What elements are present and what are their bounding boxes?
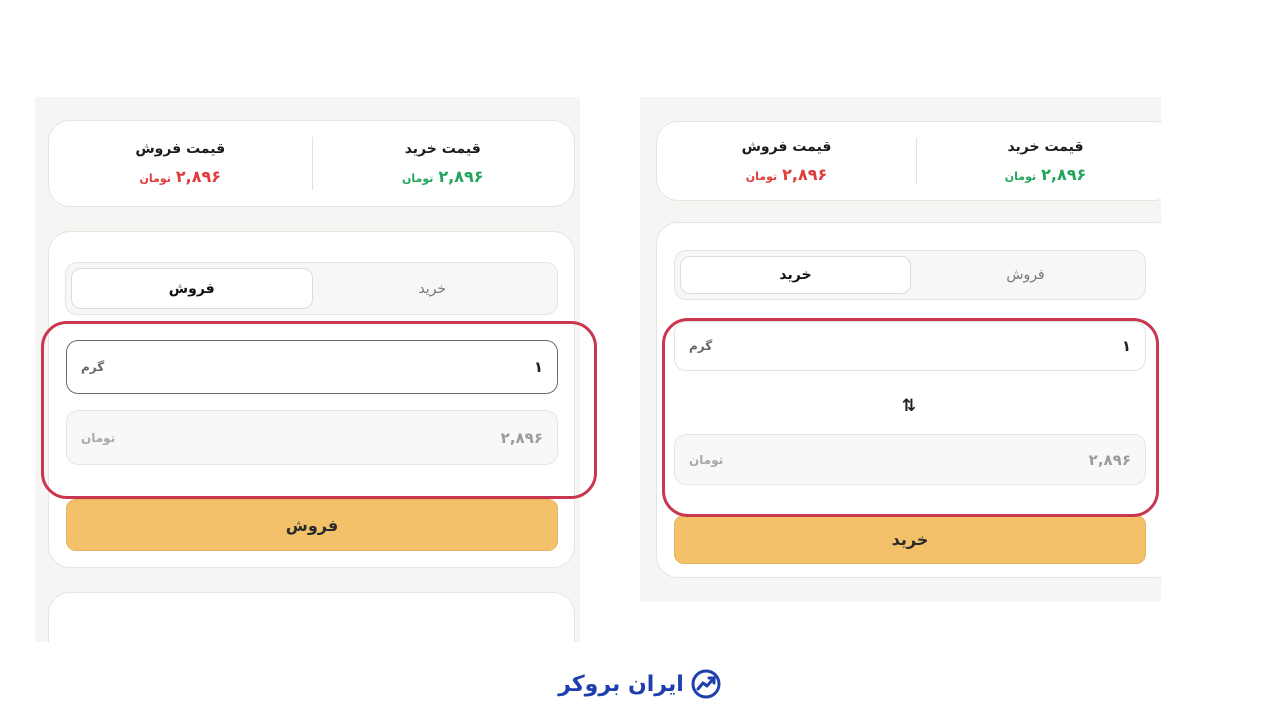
logo-text: ایران بروکر [558,671,684,697]
price-divider [311,137,313,190]
buy-price-unit: تومان [402,172,434,185]
sell-submit-button[interactable]: فروش [66,499,558,551]
iranbroker-logo: ایران بروکر [555,664,725,704]
buy-price-line: تومان ۲,۸۹۶ [1005,165,1087,184]
sell-price-line: تومان ۲,۸۹۶ [746,165,828,184]
sell-price-line: تومان ۲,۸۹۶ [140,167,222,186]
sell-price-unit: تومان [745,169,778,183]
sell-price-title: قیمت فروش [135,141,226,157]
buy-submit-button[interactable]: خرید [674,515,1146,564]
sell-price-unit: تومان [139,172,171,185]
trade-tabs: فروش خرید [65,262,558,315]
buy-price-title: قیمت خرید [404,141,481,157]
sell-price-column: قیمت فروش تومان ۲,۸۹۶ [49,121,312,206]
tab-buy[interactable]: خرید [680,256,911,294]
highlight-frame-left [41,321,597,499]
tab-buy[interactable]: خرید [313,268,553,309]
buy-price-value: ۲,۸۹۶ [1041,164,1087,184]
sell-price-value: ۲,۸۹۶ [175,167,221,186]
highlight-frame-right [662,318,1159,517]
next-card [48,592,575,642]
sell-price-value: ۲,۸۹۶ [782,164,828,184]
trend-arrow-icon [691,669,721,699]
tab-sell[interactable]: فروش [71,268,313,309]
buy-price-value: ۲,۸۹۶ [438,167,484,186]
buy-price-title: قیمت خرید [1007,138,1084,155]
price-card: قیمت خرید تومان ۲,۸۹۶ قیمت فروش تومان ۲,… [48,120,575,207]
buy-price-column: قیمت خرید تومان ۲,۸۹۶ [916,122,1161,200]
price-card: قیمت خرید تومان ۲,۸۹۶ قیمت فروش تومان ۲,… [656,121,1161,201]
sell-price-title: قیمت فروش [741,138,832,155]
tab-sell[interactable]: فروش [911,256,1140,294]
buy-price-unit: تومان [1004,169,1037,183]
trade-tabs: خرید فروش [674,250,1146,300]
buy-price-column: قیمت خرید تومان ۲,۸۹۶ [312,121,575,206]
buy-price-line: تومان ۲,۸۹۶ [402,167,484,186]
sell-price-column: قیمت فروش تومان ۲,۸۹۶ [657,122,916,200]
price-divider [916,138,917,184]
